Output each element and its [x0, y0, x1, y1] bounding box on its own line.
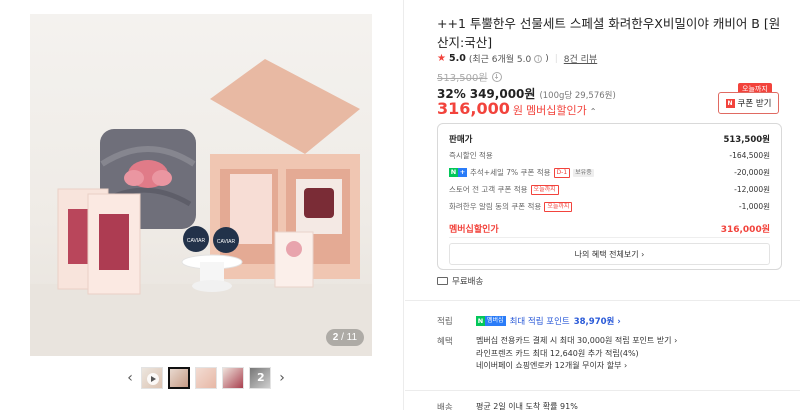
owned-tag: 보유중: [573, 168, 594, 177]
section-divider: [405, 300, 800, 301]
price-breakdown-box: 판매가 513,500원 즉시할인 적용 -164,500원 N + 추석+세일 …: [437, 123, 782, 270]
free-shipping-label: 무료배송: [452, 277, 484, 287]
price-info-icon[interactable]: !: [491, 71, 502, 82]
benefit-list: 멤버십 전용카드 결제 시 최대 30,000원 적립 포인트 받기 › 라인프…: [476, 335, 677, 373]
benefit-item-line-friends: 라인프렌즈 카드 최대 12,640원 추가 적립(4%): [476, 348, 639, 358]
points-row[interactable]: N 멤버십 최대 적립 포인트 38,970원 ›: [476, 315, 621, 327]
breakdown-row: 즉시할인 적용 -164,500원: [449, 150, 770, 161]
member-price: 316,000: [437, 99, 510, 118]
points-text: 최대 적립 포인트: [509, 317, 570, 327]
breakdown-row-value: -164,500원: [729, 151, 770, 160]
d-day-tag: D-1: [553, 167, 571, 178]
image-counter-total: / 11: [341, 332, 357, 343]
breakdown-row-label: 화려한우 알림 동의 쿠폰 적용: [449, 202, 542, 211]
play-icon: [147, 373, 159, 385]
rating-note: (최근 6개월 5.0: [468, 55, 532, 65]
member-price-label: 멤버십할인가: [526, 104, 587, 117]
column-divider: [403, 0, 404, 410]
rating-row: ★ 5.0 (최근 6개월 5.0 i ) | 8건 리뷰: [437, 52, 597, 65]
breakdown-sale-label: 판매가: [449, 135, 473, 145]
breakdown-sale-row: 판매가 513,500원: [449, 133, 770, 145]
thumbnail-5[interactable]: 2: [249, 367, 271, 389]
free-shipping: 무료배송: [437, 275, 483, 287]
breakdown-row-value: -20,000원: [734, 168, 770, 177]
breakdown-row-label: 추석+세일 7% 쿠폰 적용: [470, 168, 551, 177]
member-price-won: 원: [512, 104, 523, 117]
thumbnail-3[interactable]: [195, 367, 217, 389]
breakdown-row: 화려한우 알림 동의 쿠폰 적용 오늘까지 -1,000원: [449, 201, 770, 212]
delivery-section-label: 배송: [437, 403, 453, 410]
breakdown-row-value: -1,000원: [738, 202, 770, 211]
rating-score: 5.0: [448, 53, 466, 64]
benefits-section-label: 혜택: [437, 337, 453, 347]
breakdown-row-label: 즉시할인 적용: [449, 151, 493, 160]
thumbnail-1[interactable]: [141, 367, 163, 389]
breakdown-sale-value: 513,500원: [723, 135, 770, 145]
rating-separator: |: [554, 53, 558, 64]
membership-label: 멤버십: [485, 316, 506, 326]
truck-icon: [437, 277, 448, 285]
naver-n-icon: N: [476, 316, 485, 326]
points-value: 38,970원 ›: [573, 317, 621, 327]
delivery-estimate: 평균 2일 이내 도착 확률 91%: [476, 402, 578, 410]
caviar-tin-left-label: CAVIAR: [187, 238, 206, 244]
product-title: ++1 투뿔한우 선물세트 스페셜 화려한우X비밀이야 캐비어 B [원산지:국…: [437, 16, 781, 50]
caviar-tin-right-label: CAVIAR: [217, 239, 236, 245]
breakdown-total-label: 멤버십할인가: [449, 225, 499, 235]
naver-coupon-icon: N: [725, 98, 735, 108]
original-price-value: 513,500원: [437, 73, 488, 84]
breakdown-total-value: 316,000원: [720, 225, 770, 235]
member-price-row[interactable]: 316,000 원 멤버십할인가 ⌃: [437, 99, 596, 118]
thumbnail-strip: ‹ 2 ›: [124, 366, 288, 390]
coupon-download-button[interactable]: N 쿠폰 받기: [718, 92, 779, 114]
original-price: 513,500원 !: [437, 69, 502, 84]
chevron-left-icon[interactable]: ‹: [124, 367, 136, 389]
coupon-button-label: 쿠폰 받기: [737, 99, 772, 109]
points-section-label: 적립: [437, 317, 453, 327]
chevron-right-icon[interactable]: ›: [276, 367, 288, 389]
product-main-image[interactable]: CAVIAR CAVIAR 2 / 11: [30, 14, 372, 356]
rating-note-close: ): [545, 53, 549, 64]
breakdown-total-row: 멤버십할인가 316,000원: [449, 222, 770, 235]
thumbnail-4[interactable]: [222, 367, 244, 389]
all-benefits-button[interactable]: 나의 혜택 전체보기 ›: [449, 243, 770, 265]
image-counter-current: 2: [332, 332, 339, 343]
section-divider: [405, 390, 800, 391]
today-only-tag: 오늘까지: [530, 184, 559, 195]
chevron-up-icon[interactable]: ⌃: [590, 107, 597, 116]
breakdown-row-label: 스토어 전 고객 쿠폰 적용: [449, 185, 528, 194]
star-icon: ★: [437, 53, 446, 64]
gift-set-illustration: CAVIAR CAVIAR: [30, 59, 372, 356]
image-counter: 2 / 11: [325, 329, 364, 346]
thumbnail-5-badge: 2: [257, 371, 265, 384]
membership-badge: N 멤버십: [476, 316, 506, 326]
benefit-item-membership-card[interactable]: 멤버십 전용카드 결제 시 최대 30,000원 적립 포인트 받기 ›: [476, 335, 677, 348]
breakdown-row: N + 추석+세일 7% 쿠폰 적용 D-1 보유중 -20,000원: [449, 167, 770, 178]
info-icon[interactable]: i: [534, 54, 543, 63]
thumbnail-2[interactable]: [168, 367, 190, 389]
review-count-link[interactable]: 8건 리뷰: [564, 52, 597, 65]
today-only-tag: 오늘까지: [544, 201, 573, 212]
breakdown-row-value: -12,000원: [734, 185, 770, 194]
naver-plus-badge: N +: [449, 168, 467, 177]
breakdown-row: 스토어 전 고객 쿠폰 적용 오늘까지 -12,000원: [449, 184, 770, 195]
breakdown-divider: [449, 237, 770, 238]
benefit-item-installment[interactable]: 네이버페이 쇼핑엔로카 12개월 무이자 할부 ›: [476, 360, 677, 373]
